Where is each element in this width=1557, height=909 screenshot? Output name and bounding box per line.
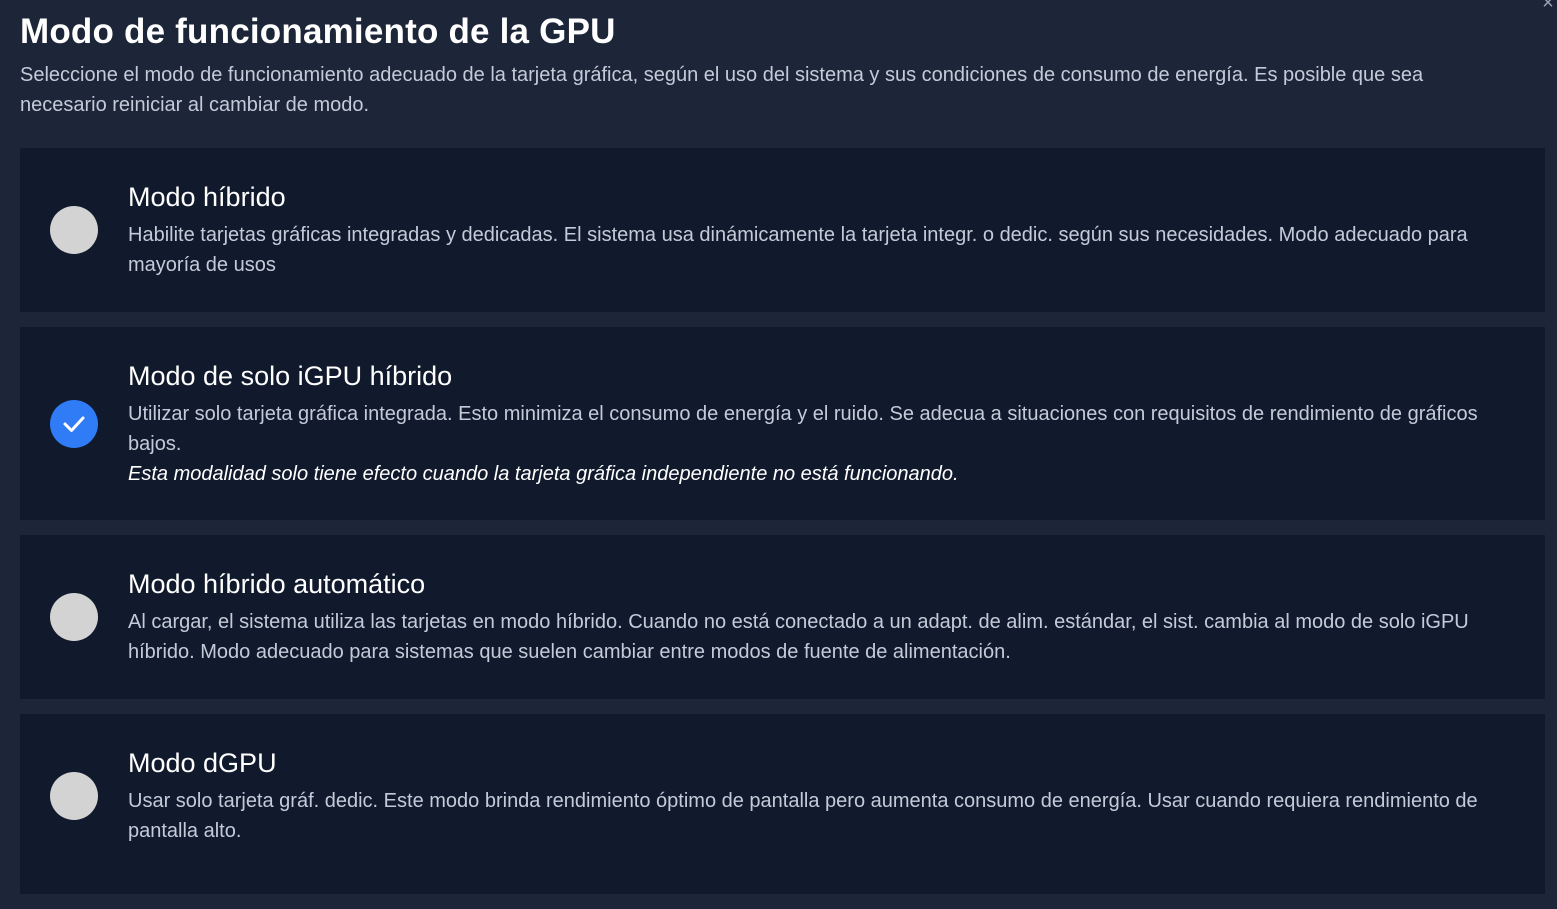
dialog-subtitle: Seleccione el modo de funcionamiento ade…	[20, 64, 1424, 116]
option-hybrid-mode[interactable]: Modo híbrido Habilite tarjetas gráficas …	[20, 148, 1545, 312]
option-title: Modo dGPU	[128, 748, 277, 778]
gpu-mode-dialog: × Modo de funcionamiento de la GPU Selec…	[0, 0, 1557, 894]
radio-button-unchecked[interactable]	[50, 593, 98, 641]
option-description: Habilite tarjetas gráficas integradas y …	[128, 224, 1468, 276]
option-description: Usar solo tarjeta gráf. dedic. Este modo…	[128, 790, 1478, 842]
checkmark-icon	[63, 416, 85, 432]
option-note: Esta modalidad solo tiene efecto cuando …	[128, 463, 959, 485]
option-description: Utilizar solo tarjeta gráfica integrada.…	[128, 403, 1478, 455]
option-dgpu-mode[interactable]: Modo dGPU Usar solo tarjeta gráf. dedic.…	[20, 714, 1545, 894]
gpu-mode-options: Modo híbrido Habilite tarjetas gráficas …	[20, 148, 1545, 909]
option-title: Modo de solo iGPU híbrido	[128, 361, 453, 391]
option-igpu-only-hybrid-mode[interactable]: Modo de solo iGPU híbrido Utilizar solo …	[20, 327, 1545, 520]
radio-button-unchecked[interactable]	[50, 772, 98, 820]
dialog-title: Modo de funcionamiento de la GPU	[20, 12, 616, 51]
option-auto-hybrid-mode[interactable]: Modo híbrido automático Al cargar, el si…	[20, 535, 1545, 699]
radio-button-checked[interactable]	[50, 400, 98, 448]
close-icon[interactable]: ×	[1539, 0, 1557, 13]
option-title: Modo híbrido	[128, 182, 286, 212]
option-title: Modo híbrido automático	[128, 569, 426, 599]
radio-button-unchecked[interactable]	[50, 206, 98, 254]
option-description: Al cargar, el sistema utiliza las tarjet…	[128, 611, 1469, 663]
